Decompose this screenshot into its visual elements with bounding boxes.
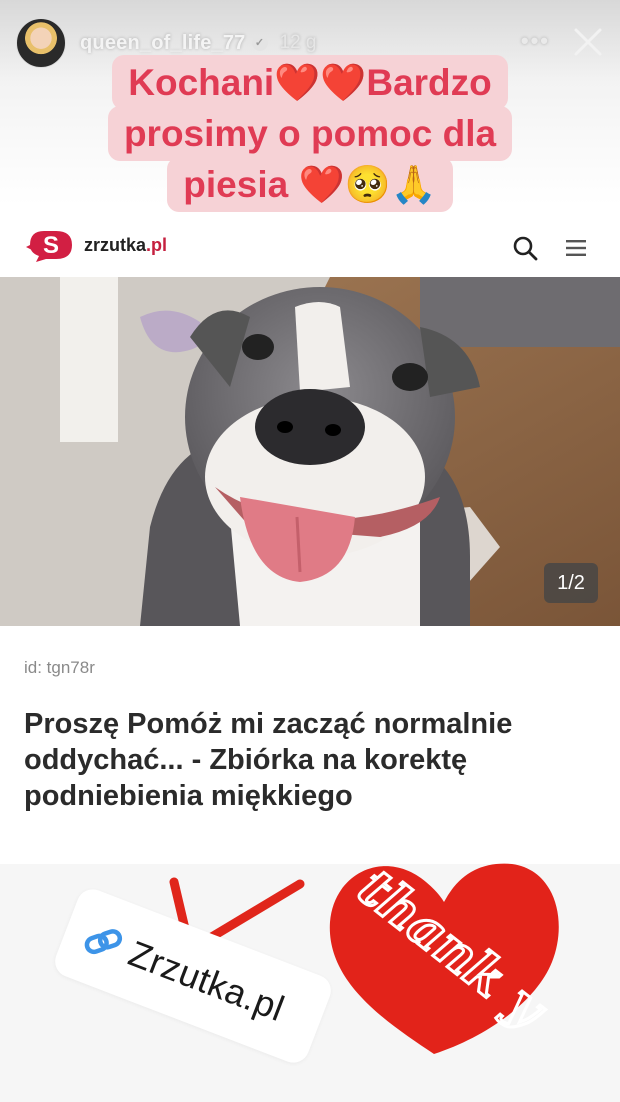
story-view[interactable]: S zrzutka.pl queen_of_life_77 ✓ 12 g •••… (0, 0, 620, 1102)
avatar[interactable] (16, 18, 66, 68)
close-icon[interactable] (570, 24, 606, 60)
verified-icon: ✓ (251, 35, 268, 51)
site-header-overlay (0, 205, 620, 277)
link-icon (84, 929, 123, 955)
username[interactable]: queen_of_life_77 (80, 32, 246, 55)
campaign-photo[interactable]: 1/2 (0, 277, 620, 626)
dog-photo-illustration (0, 277, 620, 626)
heart-icon: thank y (329, 856, 561, 1054)
story-header: queen_of_life_77 ✓ 12 g ••• (16, 18, 606, 68)
photo-counter: 1/2 (544, 563, 598, 603)
campaign-info: id: tgn78r Proszę Pomóż mi zacząć normal… (0, 626, 620, 864)
campaign-title[interactable]: Proszę Pomóż mi zacząć normalnie oddycha… (24, 706, 604, 814)
time-ago: 12 g (279, 32, 317, 53)
campaign-id: id: tgn78r (24, 658, 95, 677)
more-icon[interactable]: ••• (521, 28, 550, 54)
